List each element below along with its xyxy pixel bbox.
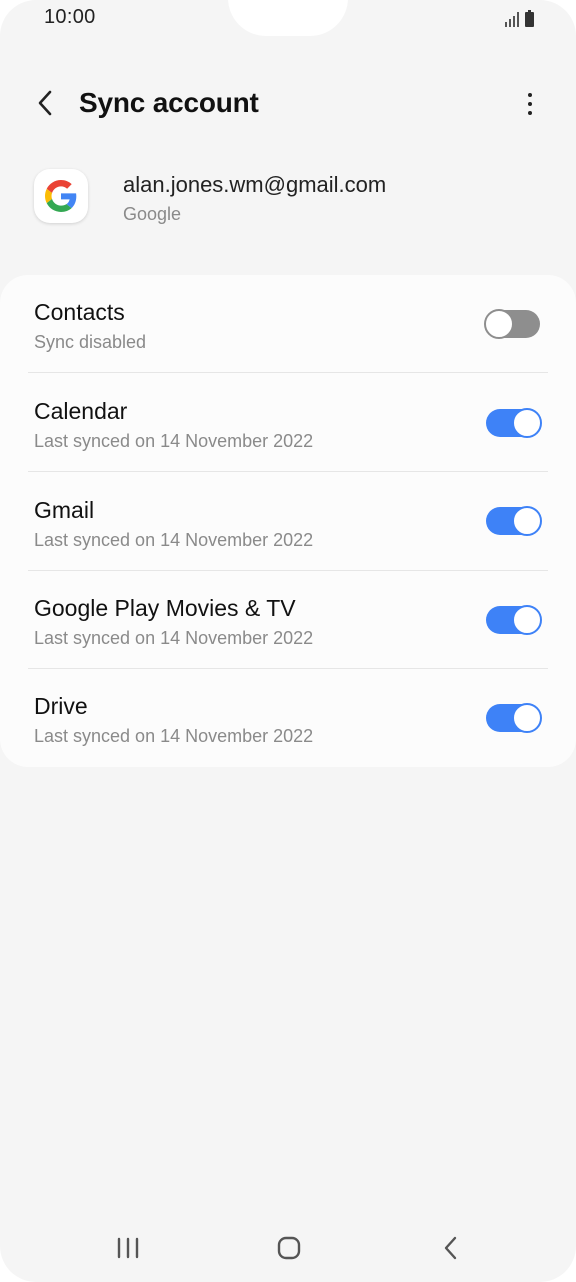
status-time: 10:00 xyxy=(44,6,96,28)
recents-button[interactable] xyxy=(108,1230,148,1266)
nav-back-button[interactable] xyxy=(431,1230,471,1266)
status-icons xyxy=(505,9,534,27)
sync-item-status: Last synced on 14 November 2022 xyxy=(34,431,314,451)
sync-item-status: Sync disabled xyxy=(34,332,147,352)
back-button[interactable] xyxy=(28,86,62,120)
back-arrow-icon xyxy=(38,90,52,116)
back-icon xyxy=(444,1236,457,1260)
sync-item-label: Drive xyxy=(34,693,88,719)
sync-item-label: Contacts xyxy=(34,299,125,325)
camera-notch xyxy=(228,0,348,36)
battery-icon xyxy=(525,10,534,27)
sync-item-label: Gmail xyxy=(34,497,95,523)
divider xyxy=(28,471,548,472)
google-icon xyxy=(45,180,77,212)
sync-item-label: Calendar xyxy=(34,398,128,424)
sync-account-screen: 10:00 Sync account alan.jones.wm@gmail.c… xyxy=(0,0,576,1282)
page-title: Sync account xyxy=(79,87,259,118)
recents-icon xyxy=(117,1237,139,1259)
sync-item-contacts[interactable]: Contacts Sync disabled xyxy=(0,275,576,373)
sync-toggle-gmail[interactable] xyxy=(486,506,542,536)
account-email: alan.jones.wm@gmail.com xyxy=(123,172,387,197)
sync-item-drive[interactable]: Drive Last synced on 14 November 2022 xyxy=(0,669,576,767)
account-type: Google xyxy=(123,204,182,224)
sync-item-status: Last synced on 14 November 2022 xyxy=(34,628,314,648)
home-icon xyxy=(277,1236,301,1260)
sync-toggle-google-play-movies[interactable] xyxy=(486,605,542,635)
sync-item-status: Last synced on 14 November 2022 xyxy=(34,530,314,550)
sync-item-gmail[interactable]: Gmail Last synced on 14 November 2022 xyxy=(0,473,576,571)
more-options-button[interactable] xyxy=(514,88,546,120)
sync-toggle-calendar[interactable] xyxy=(486,408,542,438)
signal-icon xyxy=(505,11,519,27)
sync-item-status: Last synced on 14 November 2022 xyxy=(34,726,314,746)
google-account-icon xyxy=(34,169,88,223)
sync-toggle-drive[interactable] xyxy=(486,703,542,733)
sync-toggle-contacts[interactable] xyxy=(484,309,540,339)
sync-item-google-play-movies[interactable]: Google Play Movies & TV Last synced on 1… xyxy=(0,571,576,669)
divider xyxy=(28,372,548,373)
sync-item-calendar[interactable]: Calendar Last synced on 14 November 2022 xyxy=(0,374,576,472)
home-button[interactable] xyxy=(269,1230,309,1266)
more-vertical-icon xyxy=(528,93,532,97)
sync-items-list: Contacts Sync disabled Calendar Last syn… xyxy=(0,275,576,767)
sync-item-label: Google Play Movies & TV xyxy=(34,595,296,621)
